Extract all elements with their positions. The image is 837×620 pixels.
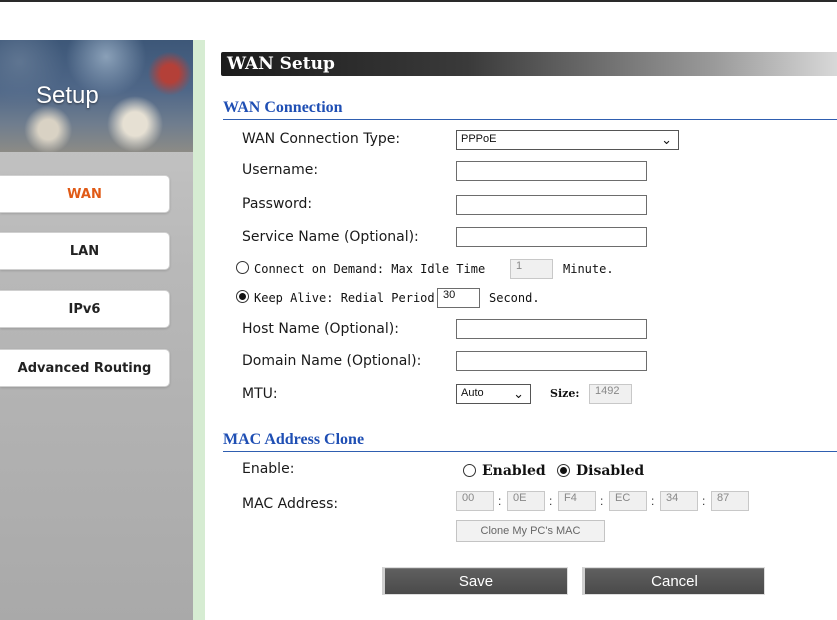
chevron-down-icon: ⌄	[661, 132, 672, 147]
keep-alive-radio[interactable]	[236, 290, 249, 303]
connect-on-demand-label: Connect on Demand: Max Idle Time	[254, 262, 486, 276]
mac-clone-disabled-radio[interactable]	[557, 464, 570, 477]
page-title: WAN Setup	[227, 54, 335, 74]
chevron-down-icon: ⌄	[513, 386, 524, 401]
service-name-field[interactable]	[456, 227, 647, 247]
connect-on-demand-radio[interactable]	[236, 261, 249, 274]
host-name-field[interactable]	[456, 319, 647, 339]
divider-bar	[193, 40, 205, 620]
wan-type-label: WAN Connection Type:	[242, 131, 401, 147]
mac-separator: :	[600, 494, 604, 508]
sidebar-item-label: Advanced Routing	[17, 360, 152, 376]
mtu-select[interactable]: Auto ⌄	[456, 384, 531, 404]
username-label: Username:	[242, 162, 319, 178]
top-rule	[0, 0, 837, 2]
section-heading-text: WAN Connection	[223, 99, 343, 116]
mac-octet-1[interactable]: 00	[456, 491, 494, 511]
mac-separator: :	[651, 494, 655, 508]
enable-label: Enable:	[242, 461, 295, 477]
main-panel: WAN Setup WAN Connection WAN Connection …	[205, 40, 837, 620]
idle-time-unit: Minute.	[563, 262, 614, 276]
mac-separator: :	[549, 494, 553, 508]
mac-octet-2[interactable]: 0E	[507, 491, 545, 511]
sidebar-item-label: LAN	[69, 243, 100, 259]
username-field[interactable]	[456, 161, 647, 181]
cancel-button[interactable]: Cancel	[582, 567, 765, 595]
redial-period-field[interactable]: 30	[437, 288, 480, 308]
mac-separator: :	[498, 494, 502, 508]
host-name-label: Host Name (Optional):	[242, 321, 399, 337]
mac-clone-enabled-label: Enabled	[482, 463, 546, 479]
mac-octet-3[interactable]: F4	[558, 491, 596, 511]
mac-separator: :	[702, 494, 706, 508]
section-heading-text: MAC Address Clone	[223, 431, 365, 448]
mac-octet-6[interactable]: 87	[711, 491, 749, 511]
mtu-value: Auto	[461, 387, 484, 399]
mtu-size-label: Size:	[550, 387, 580, 400]
mac-clone-enabled-radio[interactable]	[463, 464, 476, 477]
sidebar-item-lan[interactable]: LAN	[0, 232, 170, 270]
mac-clone-disabled-label: Disabled	[576, 463, 645, 479]
save-button[interactable]: Save	[382, 567, 568, 595]
section-heading-mac-clone: MAC Address Clone	[223, 430, 837, 452]
sidebar: Setup WAN LAN IPv6 Advanced Routing	[0, 40, 193, 620]
mtu-size-field[interactable]: 1492	[589, 384, 632, 404]
max-idle-time-field[interactable]: 1	[510, 259, 553, 279]
sidebar-item-label: IPv6	[68, 301, 101, 317]
wan-type-value: PPPoE	[461, 133, 497, 145]
section-heading-wan-connection: WAN Connection	[223, 98, 837, 120]
sidebar-item-wan[interactable]: WAN	[0, 175, 170, 213]
sidebar-item-ipv6[interactable]: IPv6	[0, 290, 170, 328]
redial-period-unit: Second.	[489, 291, 540, 305]
password-field[interactable]	[456, 195, 647, 215]
domain-name-label: Domain Name (Optional):	[242, 353, 422, 369]
keep-alive-label: Keep Alive: Redial Period	[254, 291, 435, 305]
wan-type-select[interactable]: PPPoE ⌄	[456, 130, 679, 150]
mac-address-label: MAC Address:	[242, 496, 339, 512]
mac-octet-4[interactable]: EC	[609, 491, 647, 511]
mtu-label: MTU:	[242, 386, 278, 402]
sidebar-item-advanced-routing[interactable]: Advanced Routing	[0, 349, 170, 387]
sidebar-banner-image: Setup	[0, 40, 193, 152]
page-title-bar: WAN Setup	[221, 52, 837, 76]
password-label: Password:	[242, 196, 313, 212]
domain-name-field[interactable]	[456, 351, 647, 371]
service-name-label: Service Name (Optional):	[242, 229, 419, 245]
mac-octet-5[interactable]: 34	[660, 491, 698, 511]
sidebar-title: Setup	[36, 82, 99, 109]
sidebar-item-label: WAN	[67, 186, 102, 202]
clone-mac-button[interactable]: Clone My PC's MAC	[456, 520, 605, 542]
